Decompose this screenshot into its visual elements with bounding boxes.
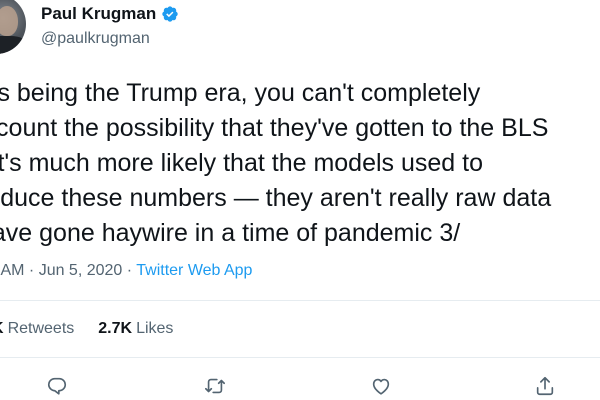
author-name-row: Paul Krugman bbox=[41, 4, 179, 24]
like-icon bbox=[372, 378, 390, 395]
meta-separator: · bbox=[122, 262, 137, 279]
tweet-meta: 9 AM · Jun 5, 2020 · Twitter Web App bbox=[0, 262, 252, 280]
tweet-text-line: roduce these numbers — they aren't reall… bbox=[0, 184, 552, 212]
share-icon bbox=[536, 376, 554, 396]
author-handle[interactable]: @paulkrugman bbox=[41, 30, 150, 48]
tweet-source-link[interactable]: Twitter Web App bbox=[136, 262, 252, 279]
author-display-name[interactable]: Paul Krugman bbox=[41, 4, 156, 24]
like-button[interactable] bbox=[367, 372, 395, 400]
verified-badge-icon bbox=[161, 5, 179, 23]
share-button[interactable] bbox=[531, 372, 559, 400]
avatar[interactable] bbox=[0, 0, 26, 54]
tweet-date[interactable]: Jun 5, 2020 bbox=[39, 262, 123, 279]
likes-label: Likes bbox=[136, 320, 174, 337]
divider bbox=[0, 357, 600, 358]
reply-icon bbox=[47, 377, 67, 395]
likes-stat[interactable]: 2.7K Likes bbox=[98, 320, 173, 338]
divider bbox=[0, 300, 600, 301]
tweet-text: his being the Trump era, you can't compl… bbox=[0, 76, 600, 251]
retweets-count: K bbox=[0, 320, 4, 337]
tweet-text-line: iscount the possibility that they've got… bbox=[0, 114, 549, 142]
tweet-text-line: his being the Trump era, you can't compl… bbox=[0, 79, 481, 107]
tweet-stats: KRetweets 2.7KLikes bbox=[0, 320, 173, 338]
retweet-button[interactable] bbox=[201, 372, 229, 400]
retweets-label: Retweets bbox=[7, 320, 75, 337]
tweet-text-line: have gone haywire in a time of pandemic … bbox=[0, 219, 461, 247]
likes-count: 2.7K bbox=[98, 320, 133, 337]
tweet-actions bbox=[0, 372, 600, 400]
reply-button[interactable] bbox=[43, 372, 71, 400]
tweet-text-line: t it's much more likely that the models … bbox=[0, 149, 483, 177]
retweet-icon bbox=[205, 378, 225, 394]
retweets-stat[interactable]: KRetweets bbox=[0, 320, 74, 338]
meta-separator: · bbox=[24, 262, 39, 279]
tweet-time[interactable]: 9 AM bbox=[0, 262, 24, 279]
tweet-card: Paul Krugman @paulkrugman his being the … bbox=[0, 0, 600, 400]
avatar-face bbox=[0, 6, 18, 36]
avatar-shirt bbox=[0, 36, 26, 54]
